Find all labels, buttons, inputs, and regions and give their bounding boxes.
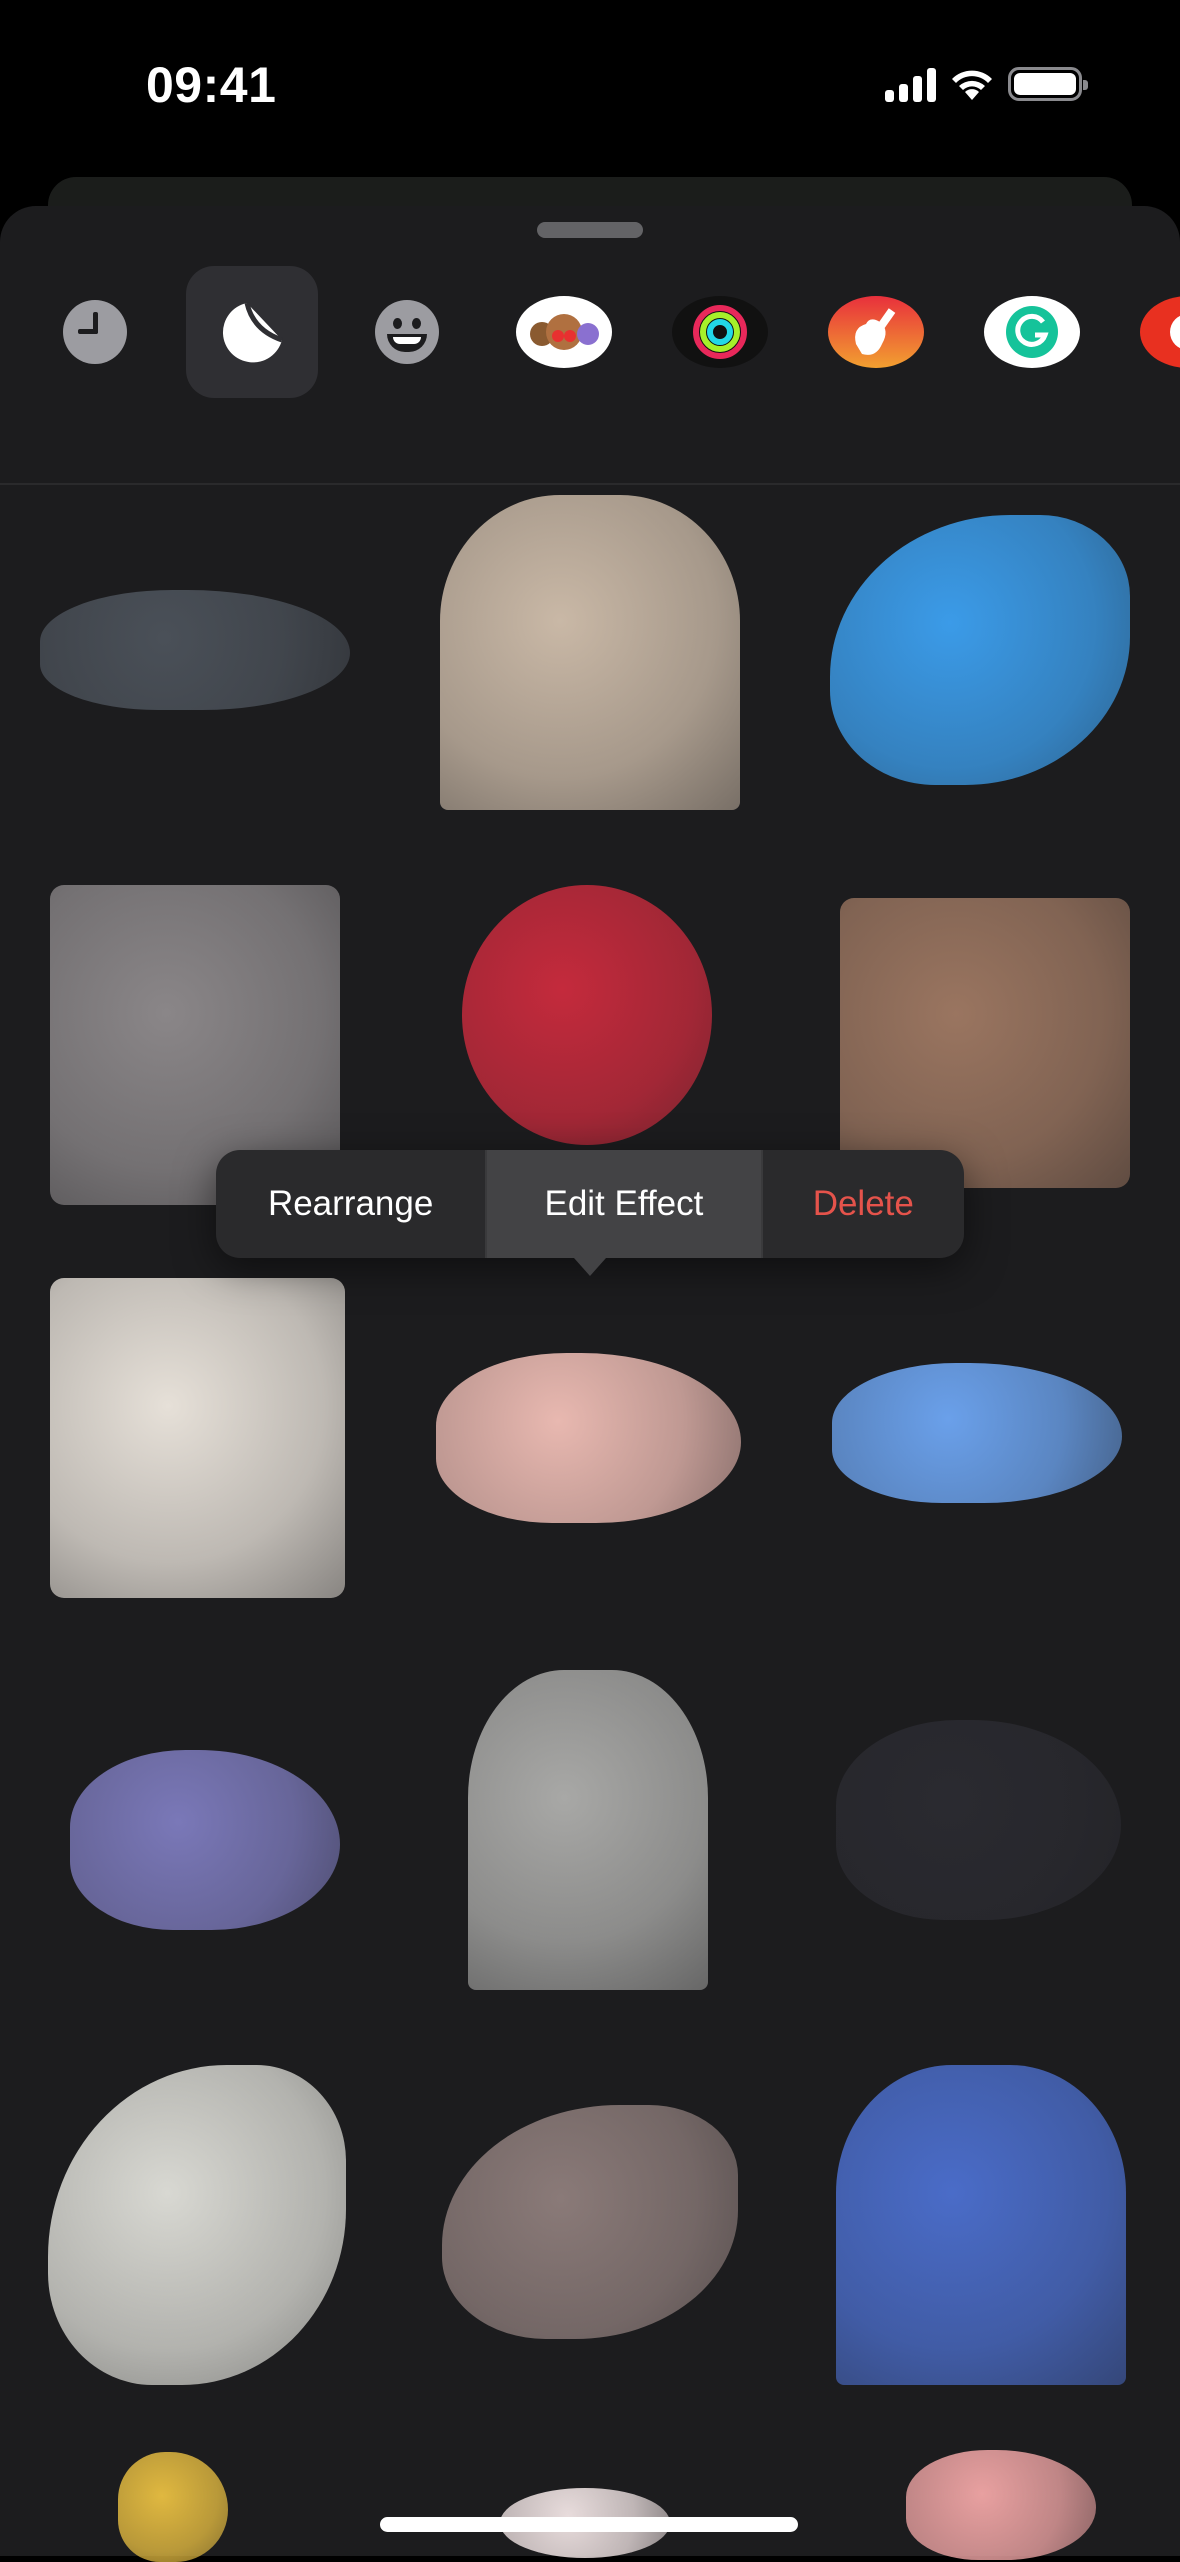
context-menu: Rearrange Edit Effect Delete (216, 1150, 964, 1276)
grammarly-g-icon (984, 296, 1080, 368)
sticker-dog-in-blue-sweater[interactable] (836, 2065, 1126, 2385)
tray-item-recents[interactable] (29, 266, 161, 398)
tray-item-grammarly[interactable] (966, 266, 1098, 398)
context-menu-pointer (574, 1258, 606, 1276)
wifi-icon (952, 70, 992, 100)
sheet-grabber[interactable] (537, 222, 643, 238)
sticker-two-sleeping-cats[interactable] (40, 590, 350, 710)
delete-button[interactable]: Delete (763, 1150, 964, 1258)
sticker-spotted-alpaca[interactable] (440, 495, 740, 810)
clock-icon (63, 300, 127, 364)
status-bar: 09:41 (0, 0, 1180, 170)
memoji-icon (516, 296, 612, 368)
sticker-yellow-butterfly[interactable] (118, 2452, 228, 2562)
sticker-white-and-black-cat[interactable] (50, 1278, 345, 1598)
tray-item-garageband[interactable] (810, 266, 942, 398)
sticker-stone-lion-statue[interactable] (468, 1670, 708, 1990)
edit-effect-button[interactable]: Edit Effect (485, 1150, 763, 1258)
sticker-mannequin-head-with-curlers[interactable] (840, 898, 1130, 1188)
sticker-red-dahlia[interactable] (462, 885, 712, 1145)
battery-icon (1008, 67, 1088, 101)
sticker-pink-bunny[interactable] (906, 2450, 1096, 2560)
sticker-blue-jellyfish[interactable] (832, 1363, 1122, 1503)
tray-item-emoji[interactable] (341, 266, 473, 398)
tray-item-fitness[interactable] (654, 266, 786, 398)
tray-item-memoji[interactable] (498, 266, 630, 398)
app-tray (0, 266, 1180, 485)
tray-item-stickers[interactable] (186, 266, 318, 398)
sticker-peel-icon (222, 302, 283, 363)
rearrange-button[interactable]: Rearrange (216, 1150, 485, 1258)
status-icons (885, 66, 1088, 102)
smiley-icon (375, 300, 439, 364)
status-time: 09:41 (146, 57, 277, 113)
home-indicator (380, 2517, 798, 2532)
guitar-icon (828, 296, 924, 368)
tray-divider (0, 483, 1180, 485)
activity-rings-icon (672, 296, 768, 368)
app-icon (1140, 296, 1180, 368)
tray-item-partial-app[interactable] (1122, 266, 1180, 398)
cellular-signal-icon (885, 66, 936, 102)
